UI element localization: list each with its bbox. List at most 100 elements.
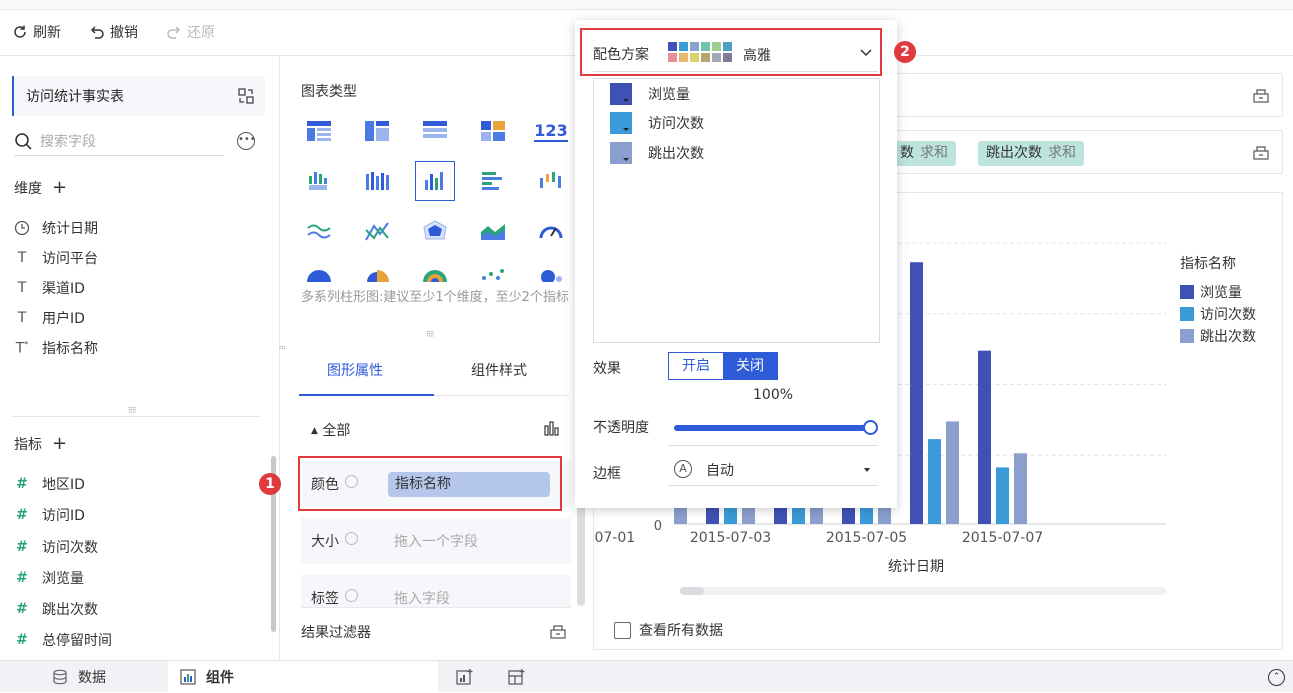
chart-type-gauge-icon[interactable] bbox=[531, 211, 571, 251]
field-panel: 访问统计事实表 搜索字段 ••• 维度 + 统计日期 T 访问平台 T 渠道ID… bbox=[0, 56, 280, 660]
opacity-slider[interactable] bbox=[674, 420, 878, 435]
scrollbar-thumb[interactable] bbox=[680, 587, 704, 595]
field-item[interactable]: # 访问次数 bbox=[14, 537, 98, 557]
chart-type-detail-icon[interactable] bbox=[415, 111, 455, 151]
size-drop-placeholder[interactable]: 拖入一个字段 bbox=[394, 531, 478, 551]
all-section-toggle[interactable]: ▲ 全部 bbox=[311, 420, 350, 440]
shelf-settings-icon[interactable] bbox=[1252, 143, 1270, 161]
field-item[interactable]: T 访问平台 bbox=[14, 248, 98, 268]
legend-item[interactable]: 访问次数 bbox=[1180, 304, 1256, 324]
series-color-list: 浏览量 访问次数 跳出次数 bbox=[593, 78, 880, 343]
field-item[interactable]: T 渠道ID bbox=[14, 278, 85, 298]
legend-item[interactable]: 浏览量 bbox=[1180, 282, 1242, 302]
collapse-icon[interactable]: ⌃ bbox=[1268, 669, 1285, 686]
divider bbox=[301, 607, 571, 608]
view-all-checkbox[interactable] bbox=[614, 621, 631, 639]
field-item[interactable]: T* 指标名称 bbox=[14, 338, 98, 358]
label-drop-placeholder[interactable]: 拖入字段 bbox=[394, 588, 450, 607]
chart-type-polyline-icon[interactable] bbox=[357, 211, 397, 251]
series-color-item[interactable]: 跳出次数 bbox=[610, 142, 704, 164]
switch-table-icon[interactable] bbox=[237, 87, 255, 105]
chart-type-table-icon[interactable] bbox=[299, 111, 339, 151]
chart-type-rose-icon[interactable] bbox=[357, 261, 397, 289]
refresh-icon bbox=[14, 25, 26, 38]
dropdown-arrow-icon[interactable] bbox=[864, 468, 870, 472]
field-item[interactable]: # 地区ID bbox=[14, 474, 85, 494]
tab-component[interactable]: 组件 bbox=[168, 661, 438, 693]
series-color-item[interactable]: 浏览量 bbox=[610, 83, 690, 105]
triangle-icon: ▲ bbox=[311, 426, 318, 436]
chart-type-grouped-bar-icon[interactable] bbox=[299, 161, 339, 201]
chart-horizontal-scrollbar[interactable] bbox=[680, 587, 1166, 595]
effect-toggle[interactable]: 开启 关闭 bbox=[668, 352, 778, 380]
hash-icon: # bbox=[16, 632, 28, 648]
tab-graphic-properties[interactable]: 图形属性 bbox=[327, 360, 383, 380]
filter-settings-icon[interactable] bbox=[549, 622, 567, 640]
measures-title: 指标 bbox=[14, 437, 42, 453]
field-label: 用户ID bbox=[42, 311, 85, 327]
field-item[interactable]: # 总停留时间 bbox=[14, 630, 112, 650]
field-item[interactable]: # 跳出次数 bbox=[14, 599, 98, 619]
label-property-row[interactable]: 标签 拖入字段 bbox=[301, 575, 571, 607]
color-swatch[interactable] bbox=[610, 112, 632, 134]
add-component-icon[interactable] bbox=[456, 668, 474, 686]
text-star-icon: T* bbox=[15, 339, 29, 357]
color-swatch[interactable] bbox=[610, 83, 632, 105]
legend-swatch bbox=[1180, 329, 1194, 343]
gear-icon[interactable] bbox=[345, 589, 358, 602]
search-field[interactable]: 搜索字段 bbox=[14, 126, 224, 156]
legend-item[interactable]: 跳出次数 bbox=[1180, 326, 1256, 346]
field-item[interactable]: # 访问ID bbox=[14, 505, 85, 525]
chart-icon bbox=[180, 669, 196, 685]
gear-icon[interactable] bbox=[345, 532, 358, 545]
series-color-item[interactable]: 访问次数 bbox=[610, 112, 704, 134]
undo-button[interactable]: 撤销 bbox=[89, 22, 138, 42]
table-selector[interactable]: 访问统计事实表 bbox=[12, 76, 265, 116]
refresh-button[interactable]: 刷新 bbox=[12, 22, 61, 42]
measure-chip[interactable]: 跳出次数 求和 bbox=[978, 141, 1084, 166]
shelf-settings-icon[interactable] bbox=[1252, 86, 1270, 104]
field-item[interactable]: 统计日期 bbox=[14, 218, 98, 238]
series-label: 跳出次数 bbox=[648, 146, 704, 162]
tab-data[interactable]: 数据 bbox=[52, 661, 167, 693]
redo-button[interactable]: 还原 bbox=[166, 22, 215, 42]
x-axis-title: 统计日期 bbox=[888, 559, 944, 575]
bar-chart-icon[interactable] bbox=[544, 420, 560, 436]
effect-on-option[interactable]: 开启 bbox=[669, 353, 723, 379]
size-property-row[interactable]: 大小 拖入一个字段 bbox=[301, 518, 571, 564]
field-label: 渠道ID bbox=[42, 281, 85, 297]
opacity-slider-knob[interactable] bbox=[863, 420, 878, 435]
add-dashboard-icon[interactable] bbox=[508, 668, 526, 686]
add-measure-icon[interactable]: + bbox=[52, 435, 67, 453]
measure-chip[interactable]: 数求和 bbox=[892, 141, 956, 166]
field-item[interactable]: # 浏览量 bbox=[14, 568, 84, 588]
field-item[interactable]: T 用户ID bbox=[14, 308, 85, 328]
chart-type-stacked-bar-icon[interactable] bbox=[357, 161, 397, 201]
chart-type-horizontal-bar-icon[interactable] bbox=[473, 161, 513, 201]
chart-type-multi-bar-icon[interactable] bbox=[415, 161, 455, 201]
effect-off-option[interactable]: 关闭 bbox=[723, 353, 777, 379]
label-label: 标签 bbox=[311, 591, 339, 607]
field-label: 访问次数 bbox=[42, 540, 98, 556]
more-options-icon[interactable]: ••• bbox=[237, 132, 256, 150]
color-swatch[interactable] bbox=[610, 142, 632, 164]
add-dimension-icon[interactable]: + bbox=[52, 179, 67, 197]
chart-type-waterfall-icon[interactable] bbox=[531, 161, 571, 201]
chart-type-sunburst-icon[interactable] bbox=[415, 261, 455, 289]
chart-type-kpi-icon[interactable]: 123 bbox=[531, 111, 571, 151]
tab-component-style[interactable]: 组件样式 bbox=[471, 360, 527, 380]
view-all-data-toggle[interactable]: 查看所有数据 bbox=[614, 620, 723, 640]
chart-type-scatter-icon[interactable] bbox=[473, 261, 513, 289]
chart-type-crosstab-icon[interactable] bbox=[357, 111, 397, 151]
text-icon: T bbox=[17, 250, 27, 266]
field-label: 地区ID bbox=[42, 477, 85, 493]
resize-grip-icon[interactable]: ⁝⁝⁝⁝ bbox=[426, 330, 435, 340]
chart-type-area-icon[interactable] bbox=[473, 211, 513, 251]
chart-type-bubble-icon[interactable] bbox=[531, 261, 571, 289]
chart-type-dashboard-icon[interactable] bbox=[473, 111, 513, 151]
chart-type-radar-icon[interactable] bbox=[415, 211, 455, 251]
resize-grip-icon[interactable]: ⁝⁝⁝⁝ bbox=[128, 406, 137, 416]
chart-type-pie-icon[interactable] bbox=[299, 261, 339, 289]
border-select[interactable]: A 自动 bbox=[668, 456, 878, 486]
chart-type-line-icon[interactable] bbox=[299, 211, 339, 251]
